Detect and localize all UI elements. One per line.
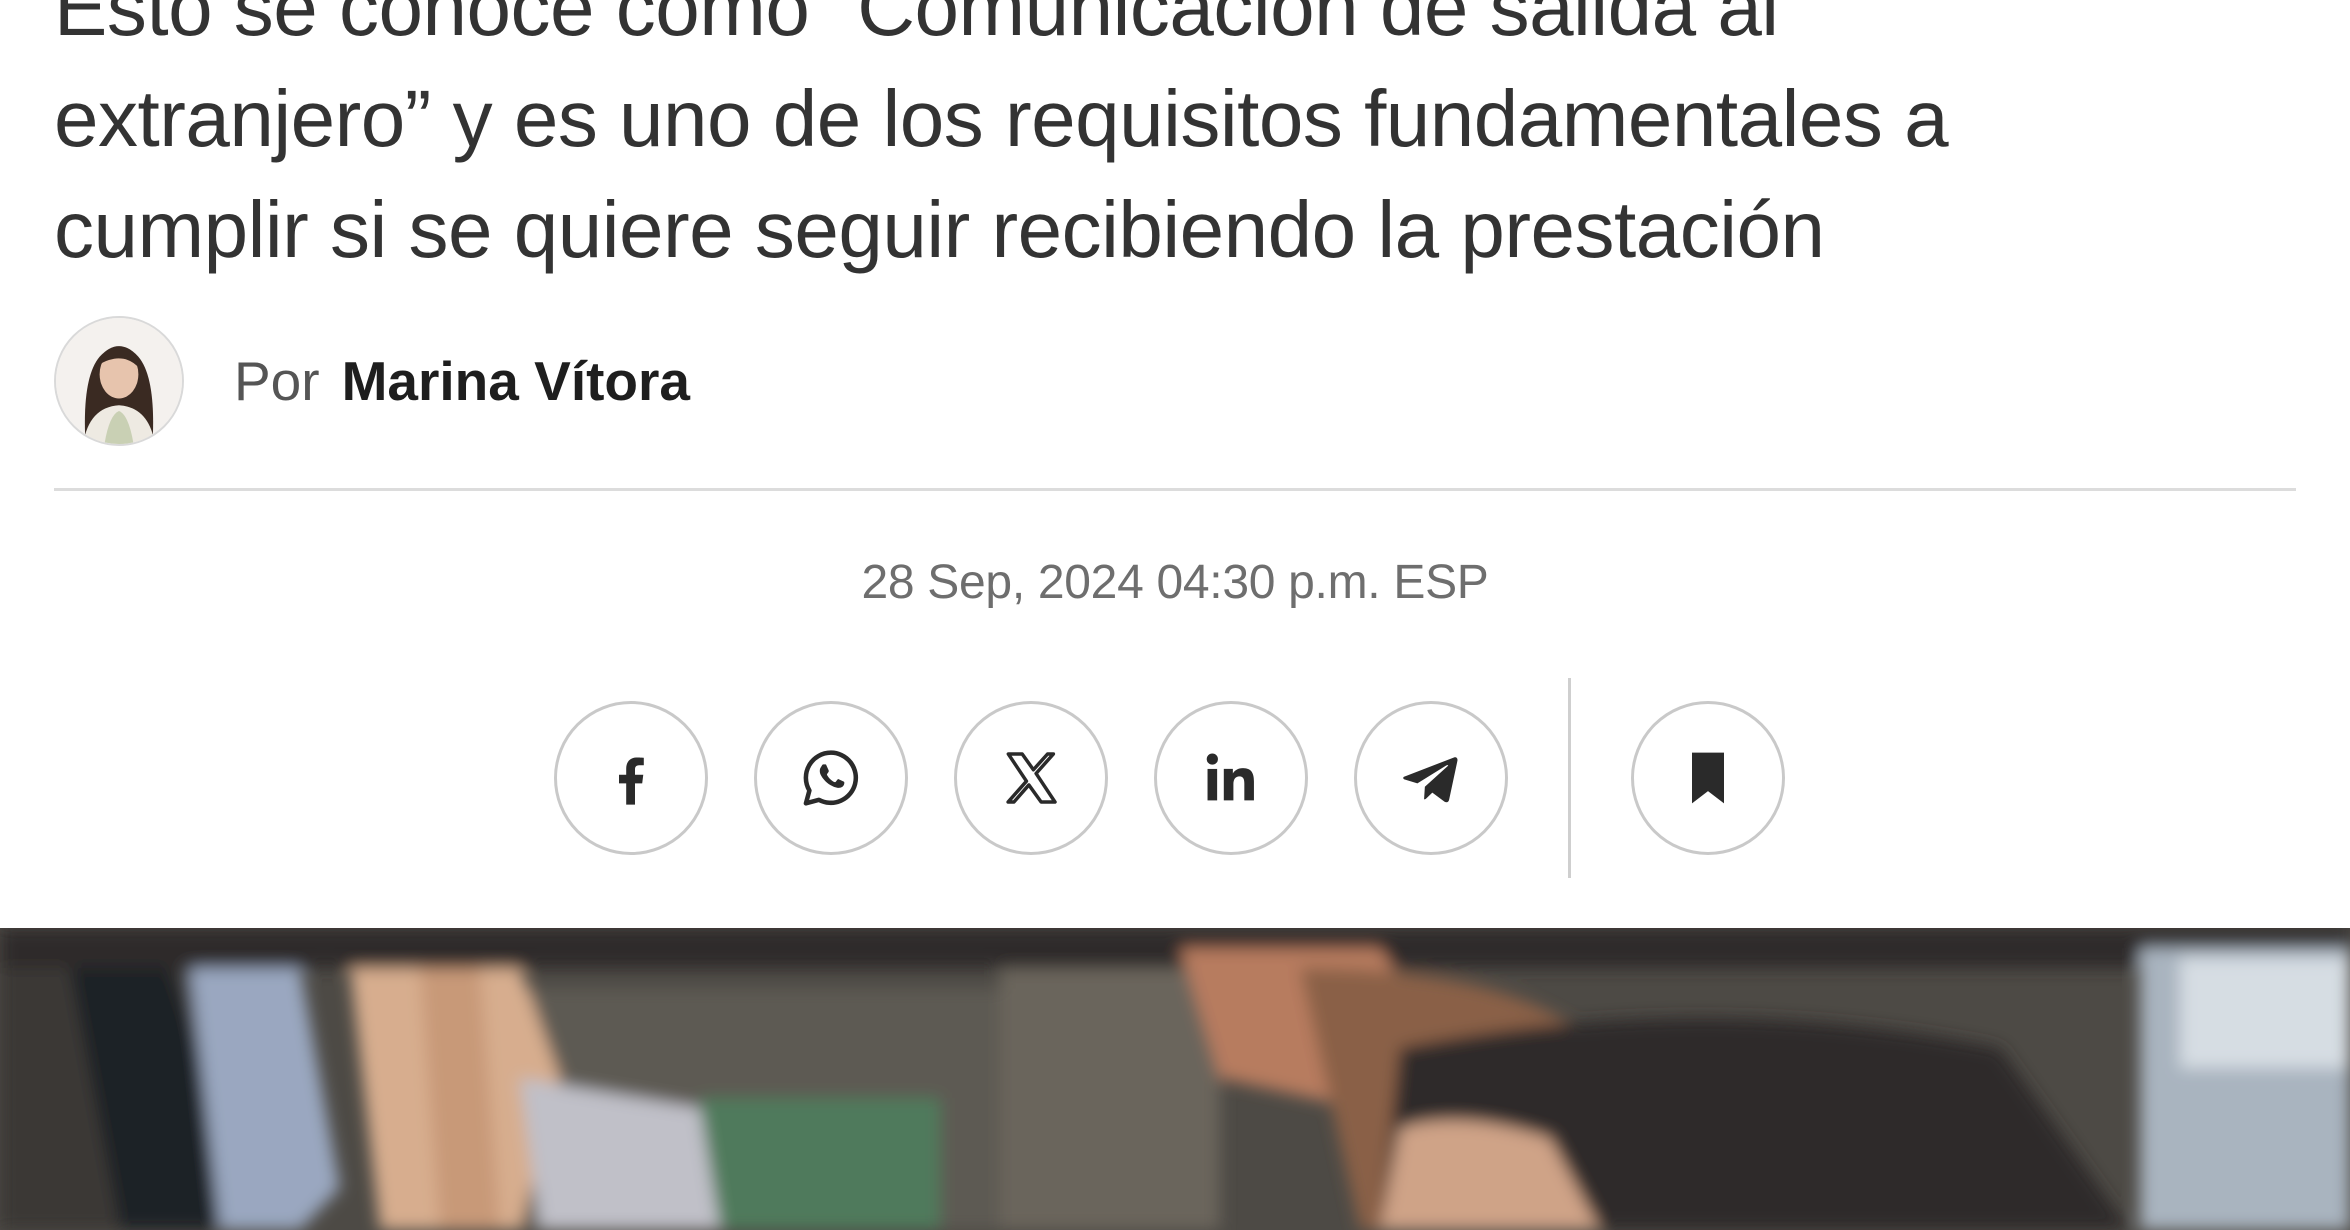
share-facebook-button[interactable] (554, 701, 708, 855)
article-subtitle: Esto se conoce como “Comunicación de sal… (54, 0, 2294, 285)
share-separator (1568, 678, 1571, 878)
author-name-link[interactable]: Marina Vítora (342, 349, 690, 413)
save-article-button[interactable] (1631, 701, 1785, 855)
subtitle-line: extranjero” y es uno de los requisitos f… (54, 74, 1949, 163)
author-byline-row: Por Marina Vítora (54, 314, 690, 448)
share-linkedin-button[interactable] (1154, 701, 1308, 855)
telegram-icon (1403, 757, 1458, 803)
author-avatar[interactable] (54, 316, 184, 446)
subtitle-line: Esto se conoce como “Comunicación de sal… (54, 0, 1779, 52)
avatar-portrait-icon (56, 318, 182, 444)
bookmark-icon (1692, 752, 1724, 804)
share-bar (554, 678, 1831, 878)
share-telegram-button[interactable] (1354, 701, 1508, 855)
hero-photo (0, 928, 2350, 1230)
whatsapp-icon (803, 750, 859, 806)
section-divider (54, 488, 2296, 491)
article-hero-image (0, 928, 2350, 1230)
byline: Por Marina Vítora (234, 349, 690, 413)
publish-timestamp: 28 Sep, 2024 04:30 p.m. ESP (861, 556, 1489, 609)
x-icon (1006, 752, 1057, 804)
share-x-button[interactable] (954, 701, 1108, 855)
share-whatsapp-button[interactable] (754, 701, 908, 855)
linkedin-icon (1206, 753, 1254, 801)
facebook-icon (619, 757, 644, 805)
subtitle-line: cumplir si se quiere seguir recibiendo l… (54, 185, 1825, 274)
byline-prefix: Por (234, 350, 320, 412)
